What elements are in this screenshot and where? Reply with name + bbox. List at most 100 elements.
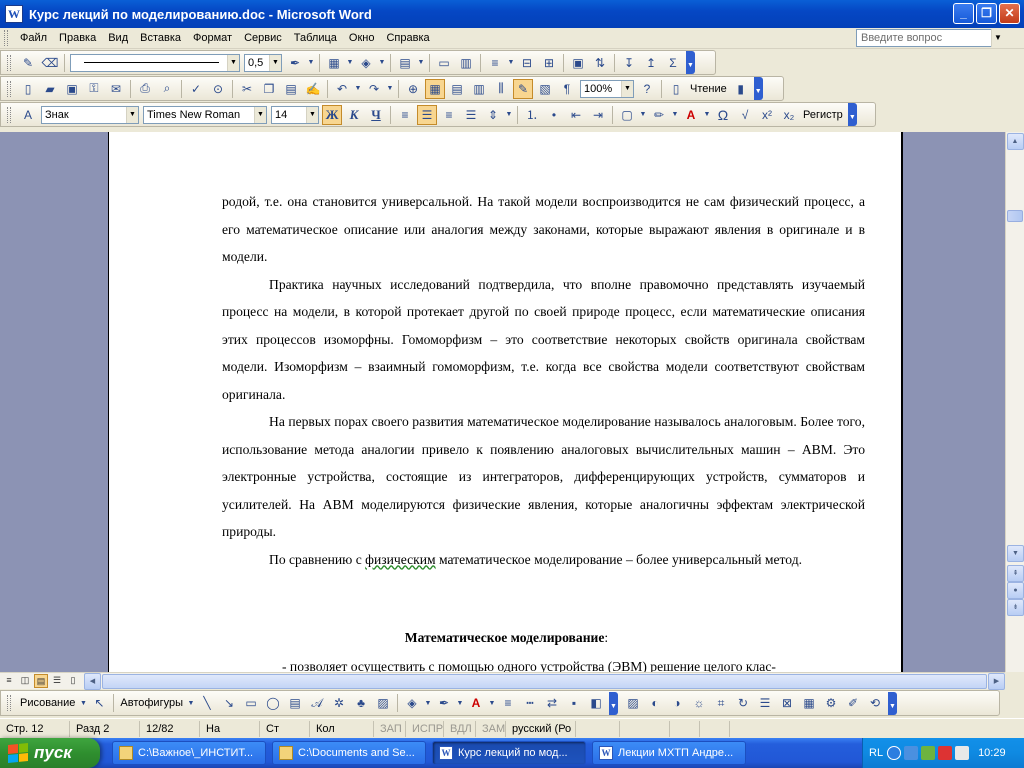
chevron-down-icon[interactable]: ▼: [488, 693, 496, 713]
highlight-icon[interactable]: ✏: [649, 105, 669, 125]
drawing-icon[interactable]: ✎: [513, 78, 533, 99]
distribute-columns-icon[interactable]: ⊞: [539, 53, 559, 73]
contrast-icon[interactable]: ◑: [667, 693, 687, 713]
chevron-down-icon[interactable]: ▼: [307, 53, 315, 73]
format-painter-icon[interactable]: ✍: [303, 79, 323, 99]
reading-options-icon[interactable]: ▮: [731, 79, 751, 99]
italic-button[interactable]: К: [344, 105, 364, 125]
language-indicator[interactable]: RL: [869, 747, 883, 759]
chevron-down-icon[interactable]: ▼: [703, 105, 711, 125]
permission-icon[interactable]: ⚿: [84, 79, 104, 99]
line-style-select[interactable]: ▼: [70, 53, 240, 72]
merge-cells-icon[interactable]: ▭: [434, 53, 454, 73]
align-right-icon[interactable]: ≡: [439, 105, 459, 125]
status-record[interactable]: ЗАП: [374, 720, 406, 737]
chevron-down-icon[interactable]: ▼: [507, 53, 515, 73]
chevron-down-icon[interactable]: ▼: [354, 79, 362, 99]
status-overtype[interactable]: ЗАМ: [476, 720, 506, 737]
paste-icon[interactable]: ▤: [281, 79, 301, 99]
subscript-icon[interactable]: x₂: [779, 105, 799, 125]
line-spacing-icon[interactable]: ⇕: [483, 105, 503, 125]
word-app-icon[interactable]: W: [5, 5, 23, 23]
help-icon[interactable]: ?: [637, 79, 657, 99]
line-weight-select[interactable]: 0,5 ▼: [244, 53, 282, 72]
previous-page-icon[interactable]: ⇞: [1007, 565, 1024, 582]
rotate-icon[interactable]: ↻: [733, 693, 753, 713]
register-button-label[interactable]: Регистр: [800, 109, 846, 121]
diagram-icon[interactable]: ✲: [329, 693, 349, 713]
align-cell-icon[interactable]: ≡: [485, 53, 505, 73]
line-color-icon[interactable]: ✒: [434, 693, 454, 713]
research-icon[interactable]: ⊙: [208, 79, 228, 99]
bullets-icon[interactable]: •: [544, 105, 564, 125]
outside-border-icon[interactable]: ▢: [617, 105, 637, 125]
fill-color-icon[interactable]: ◈: [402, 693, 422, 713]
help-dropdown-icon[interactable]: ▼: [991, 29, 1004, 47]
toolbar-grip[interactable]: [7, 695, 11, 711]
reset-picture-icon[interactable]: ⟲: [865, 693, 885, 713]
border-color-icon[interactable]: ✒: [285, 53, 305, 73]
outline-view-icon[interactable]: ☰: [50, 674, 64, 688]
font-select[interactable]: Times New Roman ▼: [143, 105, 267, 124]
insert-excel-icon[interactable]: ▥: [469, 79, 489, 99]
toolbar-options-icon[interactable]: ▼: [686, 51, 695, 74]
help-question-input[interactable]: Введите вопрос: [856, 29, 1004, 47]
vertical-scrollbar[interactable]: ▲ ▼ ⇞ ● ⇟: [1005, 132, 1024, 672]
toolbar-grip[interactable]: [7, 106, 11, 123]
split-cells-icon[interactable]: ▥: [456, 53, 476, 73]
justify-icon[interactable]: ☰: [461, 105, 481, 125]
line-weight-icon[interactable]: ☰: [755, 693, 775, 713]
autoshapes-menu-label[interactable]: Автофигуры: [117, 697, 186, 709]
styles-formatting-icon[interactable]: A: [18, 105, 38, 125]
scroll-down-icon[interactable]: ▼: [1007, 545, 1024, 562]
chevron-down-icon[interactable]: ▼: [505, 105, 513, 125]
status-language[interactable]: русский (Ро: [506, 720, 576, 737]
numbering-icon[interactable]: ⒈: [522, 105, 542, 125]
draw-table-icon[interactable]: ✎: [18, 53, 38, 73]
menu-help[interactable]: Справка: [380, 29, 435, 48]
insert-table-icon[interactable]: ▤: [395, 53, 415, 73]
minimize-button[interactable]: _: [953, 3, 974, 24]
shading-color-icon[interactable]: ◈: [356, 53, 376, 73]
document-map-icon[interactable]: ▧: [535, 79, 555, 99]
menu-view[interactable]: Вид: [102, 29, 134, 48]
draw-menu-label[interactable]: Рисование: [17, 697, 78, 709]
font-size-select[interactable]: 14 ▼: [271, 105, 319, 124]
chevron-down-icon[interactable]: ▼: [346, 53, 354, 73]
document-page[interactable]: родой, т.е. она становится универсальной…: [108, 132, 903, 672]
taskbar-item[interactable]: W Лекции МХТП Андре...: [592, 741, 746, 765]
copy-icon[interactable]: ❐: [259, 79, 279, 99]
toolbar-options-icon[interactable]: ▼: [609, 691, 618, 715]
open-folder-icon[interactable]: ▰: [40, 79, 60, 99]
reading-button-label[interactable]: Чтение: [687, 83, 730, 95]
arrow-icon[interactable]: ↘: [219, 693, 239, 713]
tray-back-icon[interactable]: [887, 746, 902, 760]
oval-icon[interactable]: ◯: [263, 693, 283, 713]
toolbar-grip[interactable]: [7, 80, 11, 97]
brightness-icon[interactable]: ☼: [689, 693, 709, 713]
sort-descending-icon[interactable]: ↥: [641, 53, 661, 73]
restore-button[interactable]: ❐: [976, 3, 997, 24]
hyperlink-icon[interactable]: ⊕: [403, 79, 423, 99]
document-body[interactable]: родой, т.е. она становится универсальной…: [222, 188, 865, 573]
web-view-icon[interactable]: ◫: [18, 674, 32, 688]
menu-grip[interactable]: [4, 30, 8, 46]
menu-file[interactable]: Файл: [14, 29, 53, 48]
taskbar-item-active[interactable]: W Курс лекций по мод...: [432, 741, 586, 765]
menu-format[interactable]: Формат: [187, 29, 238, 48]
status-extend[interactable]: ВДЛ: [444, 720, 476, 737]
menu-table[interactable]: Таблица: [288, 29, 343, 48]
text-wrap-icon[interactable]: ▦: [799, 693, 819, 713]
chevron-down-icon[interactable]: ▼: [424, 693, 432, 713]
status-spelling[interactable]: [576, 720, 620, 737]
autosum-icon[interactable]: Σ: [663, 53, 683, 73]
style-select[interactable]: Знак ▼: [41, 105, 139, 124]
equation-icon[interactable]: √: [735, 105, 755, 125]
align-center-icon[interactable]: ☰: [417, 104, 437, 125]
taskbar-item[interactable]: C:\Documents and Se...: [272, 741, 426, 765]
print-preview-icon[interactable]: ⌕: [157, 79, 177, 99]
chevron-down-icon[interactable]: ▼: [79, 693, 87, 713]
next-page-icon[interactable]: ⇟: [1007, 599, 1024, 616]
table-autoformat-icon[interactable]: ▣: [568, 53, 588, 73]
shadow-style-icon[interactable]: ▪: [564, 693, 584, 713]
